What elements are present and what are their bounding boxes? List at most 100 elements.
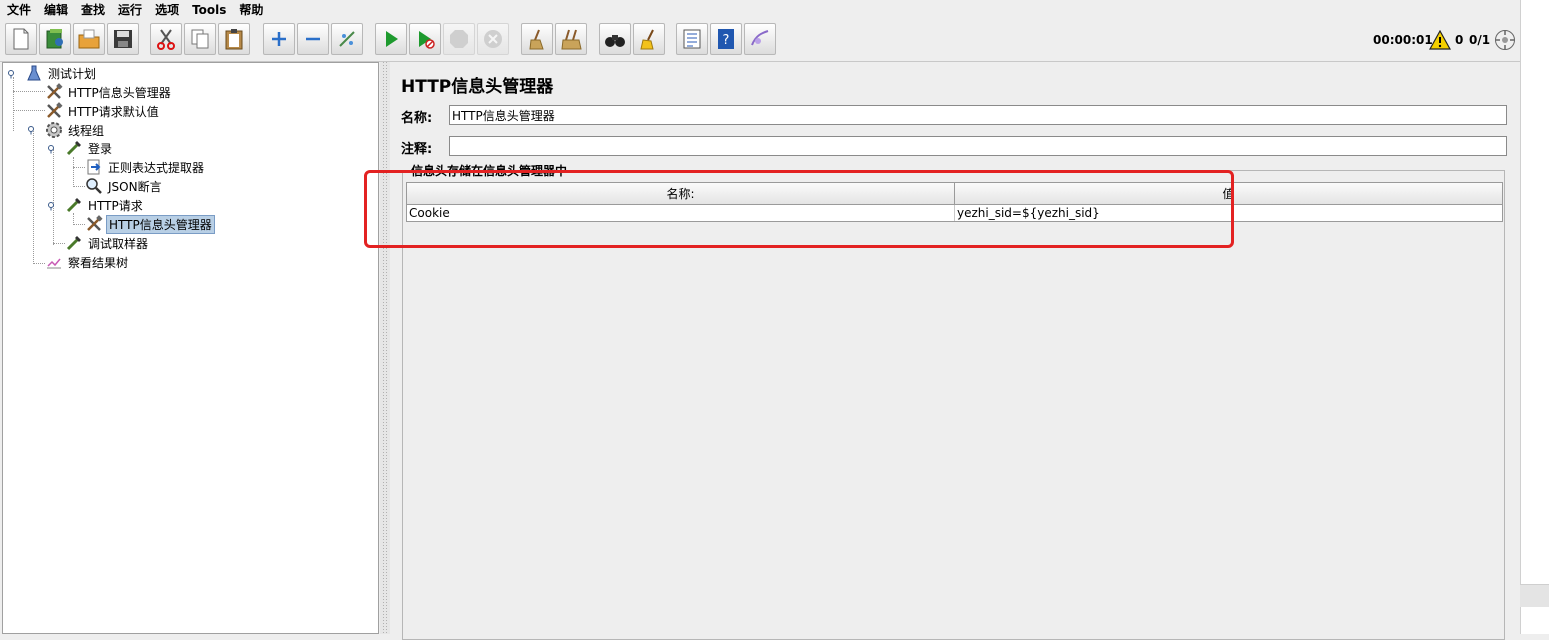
templates-icon [46, 29, 63, 49]
name-field[interactable] [449, 105, 1507, 125]
menu-bar: 文件 编辑 查找 运行 选项 Tools 帮助 [0, 0, 1520, 19]
save-button[interactable] [107, 23, 139, 55]
active-threads: 0/1 [1469, 33, 1491, 47]
headers-table[interactable]: 名称: 值 Cookie yezhi_sid=${yezhi_sid} [406, 182, 1503, 222]
plus-icon [272, 32, 286, 46]
new-button[interactable] [5, 23, 37, 55]
wrench-hammer-icon [44, 83, 64, 101]
help-button[interactable]: ? [710, 23, 742, 55]
tree-node-label: 登录 [88, 141, 113, 156]
header-manager-panel: HTTP信息头管理器 名称: 注释: 信息头存储在信息头管理器中 名称: 值 C… [391, 62, 1519, 640]
menu-edit[interactable]: 编辑 [37, 1, 74, 18]
tree-node-login-sampler[interactable]: 登录 [64, 139, 114, 157]
column-header-name[interactable]: 名称: [407, 183, 955, 204]
tree-node-label: HTTP请求 [88, 198, 143, 213]
save-disk-icon [114, 30, 132, 48]
tree-node-regex-extractor[interactable]: 正则表达式提取器 [84, 158, 206, 176]
function-list-icon [683, 29, 701, 49]
expand-button[interactable] [263, 23, 295, 55]
wrench-hammer-icon [84, 215, 104, 233]
clear-button[interactable] [521, 23, 553, 55]
tree-node-http-header-manager[interactable]: HTTP信息头管理器 [44, 83, 173, 101]
comment-field[interactable] [449, 136, 1507, 156]
test-plan-tree[interactable]: 测试计划 HTTP信息头管理器 HTTP请求默认值 线程组 登录 正则表达式提取… [2, 62, 379, 634]
templates-button[interactable] [39, 23, 71, 55]
paste-clipboard-icon [225, 29, 243, 50]
expand-toggle-icon[interactable] [47, 201, 57, 211]
tree-node-thread-group[interactable]: 线程组 [44, 121, 106, 139]
tree-node-debug-sampler[interactable]: 调试取样器 [64, 234, 150, 252]
table-cell-value[interactable]: yezhi_sid=${yezhi_sid} [955, 205, 1502, 221]
tree-node-json-assertion[interactable]: JSON断言 [84, 177, 164, 195]
tree-node-label: 调试取样器 [88, 236, 149, 251]
tree-node-label: 测试计划 [48, 66, 97, 81]
comment-label: 注释: [401, 142, 433, 157]
menu-help[interactable]: 帮助 [232, 1, 269, 18]
headers-group-box [402, 170, 1505, 640]
stop-button[interactable] [443, 23, 475, 55]
start-button[interactable] [375, 23, 407, 55]
tree-connector [13, 110, 45, 111]
tree-connector [73, 157, 74, 187]
help-book-icon: ? [718, 29, 734, 49]
reset-search-button[interactable] [633, 23, 665, 55]
search-button[interactable] [599, 23, 631, 55]
menu-tools[interactable]: Tools [185, 3, 232, 17]
scissors-icon [157, 29, 175, 50]
error-count: 0 [1455, 33, 1464, 47]
collapse-button[interactable] [297, 23, 329, 55]
error-warning[interactable]: 0 [1429, 29, 1463, 51]
table-row[interactable]: Cookie yezhi_sid=${yezhi_sid} [407, 205, 1502, 221]
menu-file[interactable]: 文件 [0, 1, 37, 18]
menu-search[interactable]: 查找 [74, 1, 111, 18]
expand-toggle-icon[interactable] [7, 69, 17, 79]
desktop-background [1520, 0, 1549, 634]
copy-button[interactable] [184, 23, 216, 55]
open-button[interactable] [73, 23, 105, 55]
tree-node-http-request-defaults[interactable]: HTTP请求默认值 [44, 102, 161, 120]
gear-icon [44, 121, 64, 139]
tree-node-label: 察看结果树 [68, 255, 129, 270]
remote-button[interactable] [744, 23, 776, 55]
menu-options[interactable]: 选项 [148, 1, 185, 18]
cut-button[interactable] [150, 23, 182, 55]
reset-broom-icon [640, 29, 654, 50]
start-no-pauses-button[interactable] [409, 23, 441, 55]
tree-node-http-request-sampler[interactable]: HTTP请求 [64, 196, 145, 214]
tree-node-http-header-manager-selected[interactable]: HTTP信息头管理器 [84, 214, 215, 234]
svg-text:?: ? [723, 33, 730, 48]
toggle-button[interactable] [331, 23, 363, 55]
tree-node-test-plan[interactable]: 测试计划 [24, 64, 98, 82]
tree-node-label: HTTP信息头管理器 [68, 85, 171, 100]
remote-status-icon [1495, 30, 1515, 50]
expand-toggle-icon[interactable] [47, 144, 57, 154]
menu-run[interactable]: 运行 [111, 1, 148, 18]
expand-toggle-icon[interactable] [27, 125, 37, 135]
copy-icon [191, 29, 209, 49]
shutdown-button[interactable] [477, 23, 509, 55]
column-header-value[interactable]: 值 [955, 183, 1502, 204]
new-document-icon [13, 28, 29, 50]
tree-node-label: JSON断言 [108, 179, 162, 194]
broom-clear-icon [529, 29, 544, 50]
minus-icon [306, 37, 320, 41]
function-helper-button[interactable] [676, 23, 708, 55]
table-cell-name[interactable]: Cookie [407, 205, 955, 221]
tree-node-label: HTTP信息头管理器 [106, 214, 215, 234]
split-pane-divider[interactable] [380, 62, 390, 634]
shutdown-icon [484, 30, 502, 48]
tree-node-view-results-tree[interactable]: 察看结果树 [44, 253, 130, 271]
remote-status [1494, 29, 1516, 51]
clear-all-button[interactable] [555, 23, 587, 55]
pipette-sampler-icon [64, 234, 84, 252]
extractor-arrow-icon [84, 158, 104, 176]
headers-group-title: 信息头存储在信息头管理器中 [409, 162, 570, 179]
tree-node-label: HTTP请求默认值 [68, 104, 159, 119]
tree-node-label: 线程组 [68, 123, 105, 138]
remote-icon [751, 30, 769, 46]
table-header-row: 名称: 值 [407, 183, 1502, 205]
paste-button[interactable] [218, 23, 250, 55]
tree-connector [13, 77, 14, 131]
pipette-sampler-icon [64, 196, 84, 214]
wrench-hammer-icon [44, 102, 64, 120]
